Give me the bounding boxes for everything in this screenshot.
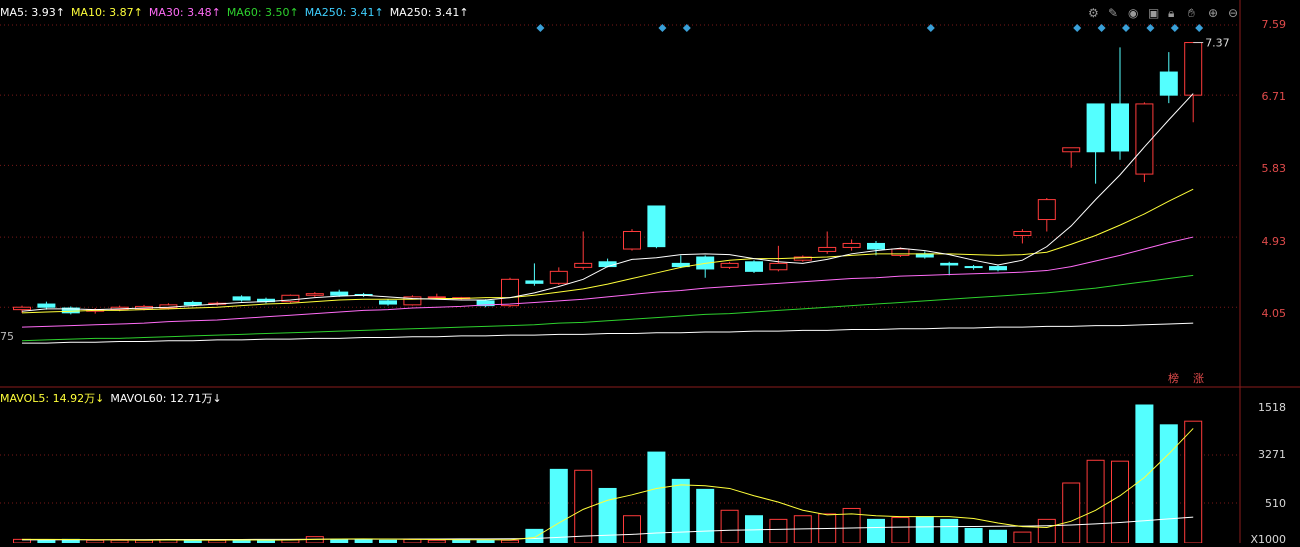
volume-legend: MAVOL5: 14.92万↓ MAVOL60: 12.71万↓ <box>0 390 228 406</box>
volume-bar <box>1086 459 1105 544</box>
candle-body <box>989 266 1007 271</box>
volume-label-x1000: X1000 <box>1250 533 1286 546</box>
candle-body <box>1159 71 1178 96</box>
ma10-line <box>21 188 1194 314</box>
volume-bar <box>1013 531 1032 544</box>
candle-body <box>232 296 251 301</box>
price-label-405: 4.05 <box>1261 307 1287 320</box>
vol-legend-item-1: MAVOL60: 12.71万↓ <box>110 392 222 405</box>
ma-legend-item-0: MA5: 3.93↑ <box>0 6 65 19</box>
signal-diamond <box>1146 24 1155 32</box>
rise-tag[interactable]: 涨 <box>1193 370 1204 386</box>
kline-chart[interactable]: 7.37 <box>0 0 1300 544</box>
volume-bar <box>1135 404 1154 544</box>
price-left-fragment: 75 <box>0 330 14 343</box>
candle-body <box>574 262 593 268</box>
candle-body <box>183 301 202 306</box>
price-label-583: 5.83 <box>1261 162 1287 175</box>
volume-label-3271: 3271 <box>1258 448 1286 461</box>
candle-body <box>598 261 617 268</box>
ma-legend-item-2: MA30: 3.48↑ <box>148 6 221 19</box>
volume-bar <box>940 518 959 544</box>
hand-icon[interactable]: ✋︎ <box>1188 6 1195 21</box>
candle-body <box>745 261 763 272</box>
ma-legend: MA5: 3.93↑ MA10: 3.87↑ MA30: 3.48↑ MA60: 3.… <box>0 6 475 19</box>
volume-bar <box>647 451 666 544</box>
candle-body <box>13 306 31 311</box>
zoom-in-icon[interactable]: ⊕ <box>1208 6 1218 20</box>
candle-body <box>1184 42 1203 96</box>
signal-diamond <box>658 24 667 32</box>
candle-body <box>1086 103 1105 153</box>
volume-bar <box>403 538 422 544</box>
candle-body <box>867 242 885 250</box>
ma250-line <box>22 322 1194 344</box>
candle-body <box>1062 147 1081 153</box>
volume-bar <box>623 515 641 544</box>
last-price-label: 7.37 <box>1205 37 1230 50</box>
candle-body <box>501 278 519 307</box>
rank-tag[interactable]: 榜 <box>1168 370 1179 386</box>
zoom-out-icon[interactable]: ⊖ <box>1228 6 1238 20</box>
volume-label-1518: 1518 <box>1258 401 1286 414</box>
candle-body <box>647 205 666 248</box>
candle-body <box>964 266 983 269</box>
ma-legend-item-4: MA250: 3.41↑ <box>304 6 384 19</box>
ma-legend-item-3: MA60: 3.50↑ <box>226 6 299 19</box>
volume-label-510: 510 <box>1265 497 1286 510</box>
candle-body <box>379 300 397 305</box>
volume-bar <box>330 538 349 544</box>
box-icon[interactable]: ▣ <box>1148 6 1159 20</box>
volume-bar <box>1159 424 1178 544</box>
chart-stage: 7.37 MA5: 3.93↑ MA10: 3.87↑ MA30: 3.48↑ MA6… <box>0 0 1300 546</box>
volume-bar <box>525 528 544 544</box>
volume-bar <box>1062 482 1081 544</box>
candle-body <box>1111 103 1129 152</box>
candle-body <box>842 242 861 248</box>
volume-bar <box>549 468 568 544</box>
candle-body <box>37 303 56 308</box>
candle-body <box>891 248 910 256</box>
volume-bar <box>1184 420 1203 544</box>
candle-body <box>1013 230 1032 236</box>
ma-legend-item-5: MA250: 3.41↑ <box>389 6 469 19</box>
candle-body <box>549 270 568 284</box>
volume-bar <box>696 488 715 544</box>
candle-body <box>330 291 349 296</box>
volume-bar <box>354 538 373 544</box>
lock-icon[interactable]: 🔒︎ <box>1168 6 1174 21</box>
candle-body <box>305 293 324 296</box>
candle-body <box>1135 103 1154 175</box>
candle-body <box>525 280 544 284</box>
candle-body <box>720 262 739 268</box>
gear-icon[interactable]: ⚙ <box>1088 6 1099 20</box>
signal-diamond <box>536 24 545 32</box>
candle-body <box>769 262 788 271</box>
candle-body <box>940 262 959 266</box>
volume-bar <box>1111 460 1129 544</box>
vol-legend-item-0: MAVOL5: 14.92万↓ <box>0 392 105 405</box>
candle-body <box>427 296 446 299</box>
volume-bar <box>989 529 1007 544</box>
pencil-icon[interactable]: ✎ <box>1108 6 1118 20</box>
volume-bar <box>720 509 739 544</box>
volume-bar <box>671 478 690 544</box>
ma5-line <box>21 93 1194 312</box>
volume-bar <box>915 516 934 544</box>
price-label-671: 6.71 <box>1261 90 1287 103</box>
volume-bar <box>769 518 788 544</box>
volume-bar <box>1037 518 1056 544</box>
price-label-759: 7.59 <box>1261 18 1287 31</box>
ma30-line <box>21 236 1194 328</box>
candle-body <box>818 246 837 252</box>
volume-bar <box>891 517 910 544</box>
candle-body <box>1037 199 1056 221</box>
volume-bar <box>867 518 885 544</box>
price-label-493: 4.93 <box>1261 235 1287 248</box>
eye-icon[interactable]: ◉ <box>1128 6 1138 20</box>
ma-legend-item-1: MA10: 3.87↑ <box>70 6 143 19</box>
volume-bar <box>964 527 983 544</box>
candle-body <box>623 230 641 250</box>
